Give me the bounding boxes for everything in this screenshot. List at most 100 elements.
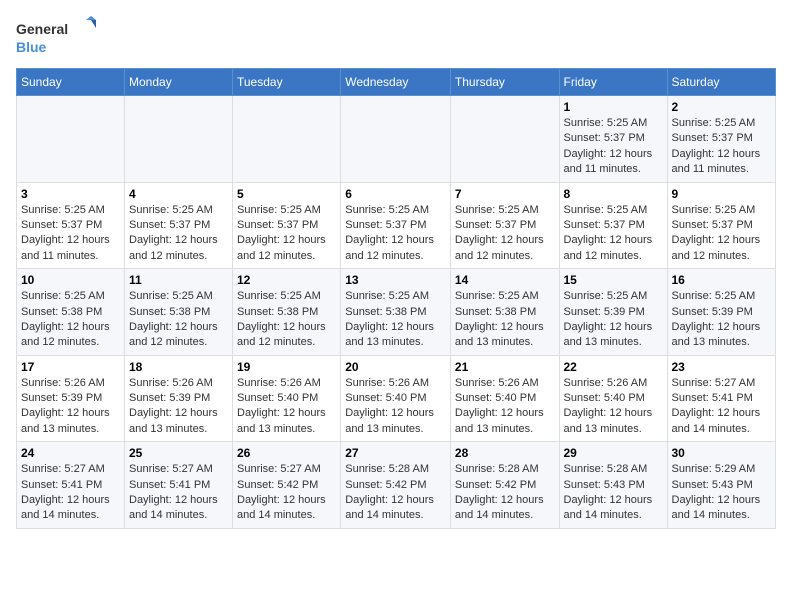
- calendar-cell: 13 Sunrise: 5:25 AM Sunset: 5:38 PM Dayli…: [341, 269, 451, 356]
- calendar-table: SundayMondayTuesdayWednesdayThursdayFrid…: [16, 68, 776, 529]
- day-number: 29: [564, 446, 663, 460]
- day-info: Sunrise: 5:25 AM Sunset: 5:38 PM Dayligh…: [237, 289, 336, 351]
- calendar-week-row: 24 Sunrise: 5:27 AM Sunset: 5:41 PM Dayli…: [17, 442, 776, 529]
- day-info: Sunrise: 5:29 AM Sunset: 5:43 PM Dayligh…: [672, 462, 772, 524]
- calendar-cell: 1 Sunrise: 5:25 AM Sunset: 5:37 PM Daylig…: [559, 96, 667, 183]
- calendar-week-row: 17 Sunrise: 5:26 AM Sunset: 5:39 PM Dayli…: [17, 355, 776, 442]
- calendar-cell: 25 Sunrise: 5:27 AM Sunset: 5:41 PM Dayli…: [125, 442, 233, 529]
- day-info: Sunrise: 5:25 AM Sunset: 5:37 PM Dayligh…: [564, 116, 663, 178]
- day-number: 13: [345, 273, 446, 287]
- day-number: 10: [21, 273, 120, 287]
- calendar-cell: 26 Sunrise: 5:27 AM Sunset: 5:42 PM Dayli…: [233, 442, 341, 529]
- calendar-cell: 22 Sunrise: 5:26 AM Sunset: 5:40 PM Dayli…: [559, 355, 667, 442]
- day-info: Sunrise: 5:28 AM Sunset: 5:42 PM Dayligh…: [345, 462, 446, 524]
- day-number: 16: [672, 273, 772, 287]
- day-number: 5: [237, 187, 336, 201]
- day-number: 17: [21, 360, 120, 374]
- day-info: Sunrise: 5:27 AM Sunset: 5:41 PM Dayligh…: [129, 462, 228, 524]
- calendar-cell: 27 Sunrise: 5:28 AM Sunset: 5:42 PM Dayli…: [341, 442, 451, 529]
- day-info: Sunrise: 5:26 AM Sunset: 5:39 PM Dayligh…: [21, 376, 120, 438]
- day-number: 7: [455, 187, 555, 201]
- calendar-cell: [450, 96, 559, 183]
- day-number: 21: [455, 360, 555, 374]
- calendar-cell: 17 Sunrise: 5:26 AM Sunset: 5:39 PM Dayli…: [17, 355, 125, 442]
- svg-text:General: General: [16, 21, 68, 37]
- day-info: Sunrise: 5:25 AM Sunset: 5:38 PM Dayligh…: [21, 289, 120, 351]
- header-day: Tuesday: [233, 69, 341, 96]
- day-info: Sunrise: 5:25 AM Sunset: 5:37 PM Dayligh…: [564, 203, 663, 265]
- day-number: 27: [345, 446, 446, 460]
- day-number: 6: [345, 187, 446, 201]
- day-info: Sunrise: 5:28 AM Sunset: 5:43 PM Dayligh…: [564, 462, 663, 524]
- calendar-cell: 4 Sunrise: 5:25 AM Sunset: 5:37 PM Daylig…: [125, 182, 233, 269]
- header-day: Sunday: [17, 69, 125, 96]
- day-info: Sunrise: 5:25 AM Sunset: 5:38 PM Dayligh…: [129, 289, 228, 351]
- calendar-cell: 10 Sunrise: 5:25 AM Sunset: 5:38 PM Dayli…: [17, 269, 125, 356]
- day-number: 15: [564, 273, 663, 287]
- calendar-cell: 3 Sunrise: 5:25 AM Sunset: 5:37 PM Daylig…: [17, 182, 125, 269]
- header-day: Saturday: [667, 69, 776, 96]
- day-number: 8: [564, 187, 663, 201]
- logo: General Blue: [16, 16, 96, 60]
- calendar-week-row: 10 Sunrise: 5:25 AM Sunset: 5:38 PM Dayli…: [17, 269, 776, 356]
- day-number: 20: [345, 360, 446, 374]
- day-info: Sunrise: 5:26 AM Sunset: 5:40 PM Dayligh…: [564, 376, 663, 438]
- day-number: 19: [237, 360, 336, 374]
- day-number: 22: [564, 360, 663, 374]
- day-number: 4: [129, 187, 228, 201]
- calendar-cell: 6 Sunrise: 5:25 AM Sunset: 5:37 PM Daylig…: [341, 182, 451, 269]
- day-info: Sunrise: 5:25 AM Sunset: 5:37 PM Dayligh…: [21, 203, 120, 265]
- calendar-cell: 11Sunrise: 5:25 AM Sunset: 5:38 PM Dayli…: [125, 269, 233, 356]
- day-info: Sunrise: 5:25 AM Sunset: 5:37 PM Dayligh…: [129, 203, 228, 265]
- day-info: Sunrise: 5:28 AM Sunset: 5:42 PM Dayligh…: [455, 462, 555, 524]
- day-number: 26: [237, 446, 336, 460]
- calendar-cell: 19 Sunrise: 5:26 AM Sunset: 5:40 PM Dayli…: [233, 355, 341, 442]
- day-number: 30: [672, 446, 772, 460]
- day-info: Sunrise: 5:26 AM Sunset: 5:40 PM Dayligh…: [345, 376, 446, 438]
- day-info: Sunrise: 5:25 AM Sunset: 5:37 PM Dayligh…: [237, 203, 336, 265]
- day-info: Sunrise: 5:25 AM Sunset: 5:39 PM Dayligh…: [672, 289, 772, 351]
- calendar-cell: 23Sunrise: 5:27 AM Sunset: 5:41 PM Dayli…: [667, 355, 776, 442]
- day-number: 2: [672, 100, 772, 114]
- calendar-cell: 21 Sunrise: 5:26 AM Sunset: 5:40 PM Dayli…: [450, 355, 559, 442]
- day-info: Sunrise: 5:26 AM Sunset: 5:39 PM Dayligh…: [129, 376, 228, 438]
- calendar-cell: 15 Sunrise: 5:25 AM Sunset: 5:39 PM Dayli…: [559, 269, 667, 356]
- calendar-cell: 12Sunrise: 5:25 AM Sunset: 5:38 PM Dayli…: [233, 269, 341, 356]
- day-info: Sunrise: 5:26 AM Sunset: 5:40 PM Dayligh…: [455, 376, 555, 438]
- header-day: Friday: [559, 69, 667, 96]
- day-number: 23: [672, 360, 772, 374]
- calendar-cell: 20 Sunrise: 5:26 AM Sunset: 5:40 PM Dayli…: [341, 355, 451, 442]
- day-number: 24: [21, 446, 120, 460]
- day-info: Sunrise: 5:25 AM Sunset: 5:37 PM Dayligh…: [345, 203, 446, 265]
- day-number: 25: [129, 446, 228, 460]
- day-number: 14: [455, 273, 555, 287]
- day-info: Sunrise: 5:25 AM Sunset: 5:39 PM Dayligh…: [564, 289, 663, 351]
- calendar-cell: 30 Sunrise: 5:29 AM Sunset: 5:43 PM Dayli…: [667, 442, 776, 529]
- day-number: 28: [455, 446, 555, 460]
- day-number: 3: [21, 187, 120, 201]
- calendar-cell: 9 Sunrise: 5:25 AM Sunset: 5:37 PM Daylig…: [667, 182, 776, 269]
- calendar-week-row: 3 Sunrise: 5:25 AM Sunset: 5:37 PM Daylig…: [17, 182, 776, 269]
- calendar-cell: [341, 96, 451, 183]
- day-info: Sunrise: 5:27 AM Sunset: 5:41 PM Dayligh…: [21, 462, 120, 524]
- day-info: Sunrise: 5:26 AM Sunset: 5:40 PM Dayligh…: [237, 376, 336, 438]
- day-info: Sunrise: 5:27 AM Sunset: 5:42 PM Dayligh…: [237, 462, 336, 524]
- calendar-cell: 5 Sunrise: 5:25 AM Sunset: 5:37 PM Daylig…: [233, 182, 341, 269]
- day-info: Sunrise: 5:25 AM Sunset: 5:37 PM Dayligh…: [672, 203, 772, 265]
- calendar-cell: 14Sunrise: 5:25 AM Sunset: 5:38 PM Dayli…: [450, 269, 559, 356]
- header-day: Monday: [125, 69, 233, 96]
- day-info: Sunrise: 5:25 AM Sunset: 5:38 PM Dayligh…: [345, 289, 446, 351]
- logo-svg: General Blue: [16, 16, 96, 60]
- calendar-week-row: 1 Sunrise: 5:25 AM Sunset: 5:37 PM Daylig…: [17, 96, 776, 183]
- header-day: Thursday: [450, 69, 559, 96]
- day-number: 1: [564, 100, 663, 114]
- calendar-cell: 29 Sunrise: 5:28 AM Sunset: 5:43 PM Dayli…: [559, 442, 667, 529]
- day-number: 9: [672, 187, 772, 201]
- day-info: Sunrise: 5:25 AM Sunset: 5:37 PM Dayligh…: [672, 116, 772, 178]
- calendar-cell: 2 Sunrise: 5:25 AM Sunset: 5:37 PM Daylig…: [667, 96, 776, 183]
- header-day: Wednesday: [341, 69, 451, 96]
- page-header: General Blue: [16, 16, 776, 60]
- calendar-cell: [17, 96, 125, 183]
- calendar-cell: 28 Sunrise: 5:28 AM Sunset: 5:42 PM Dayli…: [450, 442, 559, 529]
- calendar-cell: [125, 96, 233, 183]
